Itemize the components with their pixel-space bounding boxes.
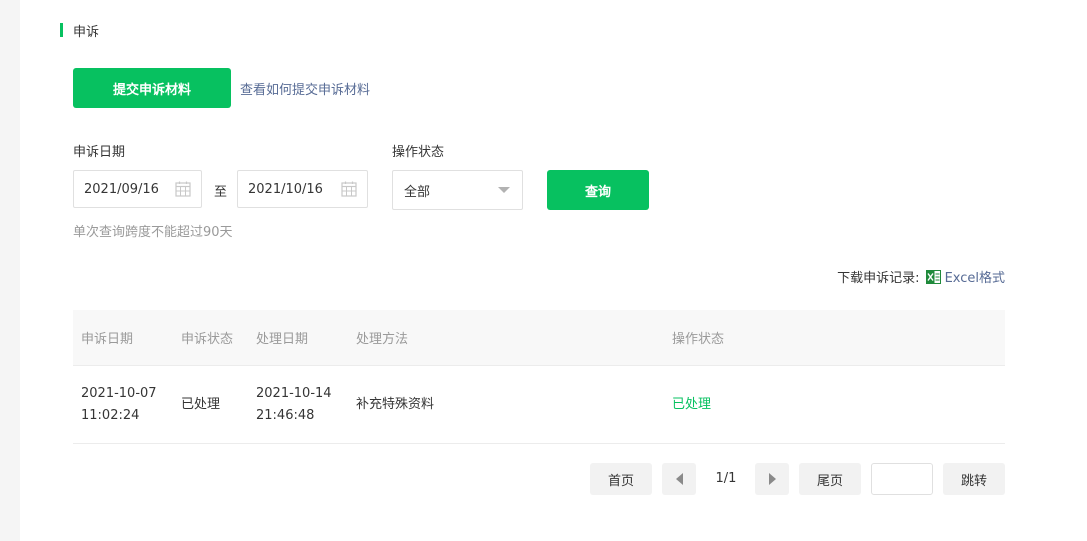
end-date-picker[interactable]: 2021/10/16 — [237, 170, 368, 208]
first-page-button[interactable]: 首页 — [590, 463, 652, 495]
page-indicator: 1/1 — [715, 471, 737, 486]
date-separator: 至 — [214, 185, 228, 200]
page-jump-input[interactable] — [871, 463, 933, 495]
excel-icon[interactable] — [925, 269, 941, 284]
calendar-icon — [175, 181, 191, 197]
jump-button[interactable]: 跳转 — [943, 463, 1005, 495]
last-page-button[interactable]: 尾页 — [799, 463, 861, 495]
cell-appeal-date: 2021-10-07 11:02:24 — [81, 385, 157, 423]
main-panel: 申诉 提交申诉材料 查看如何提交申诉材料 申诉日期 操作状态 2021/09/1… — [20, 0, 1087, 541]
op-status-label: 操作状态 — [392, 145, 445, 160]
caret-left-icon — [675, 473, 683, 485]
appeal-records-table: 申诉日期 申诉状态 处理日期 处理方法 操作状态 2021-10-07 11:0… — [73, 310, 1005, 444]
cell-op-status: 已处理 — [672, 396, 712, 412]
excel-download-link[interactable]: Excel格式 — [945, 267, 1005, 286]
query-range-hint: 单次查询跨度不能超过90天 — [73, 225, 233, 240]
column-header: 申诉状态 — [181, 332, 234, 347]
next-page-button[interactable] — [755, 463, 789, 495]
cell-process-date: 2021-10-14 21:46:48 — [256, 385, 332, 423]
op-status-selected-value: 全部 — [404, 184, 431, 200]
query-button[interactable]: 查询 — [547, 170, 649, 210]
column-header: 操作状态 — [672, 332, 725, 347]
end-date-value: 2021/10/16 — [248, 181, 323, 197]
section-header: 申诉 — [60, 22, 100, 40]
calendar-icon — [341, 181, 357, 197]
cell-appeal-status: 已处理 — [181, 396, 221, 412]
caret-right-icon — [768, 473, 776, 485]
start-date-picker[interactable]: 2021/09/16 — [73, 170, 202, 208]
column-header: 申诉日期 — [81, 332, 134, 347]
column-header: 处理方法 — [356, 332, 409, 347]
section-title: 申诉 — [73, 24, 100, 40]
table-header: 申诉日期 申诉状态 处理日期 处理方法 操作状态 — [73, 310, 1005, 366]
column-header: 处理日期 — [256, 332, 309, 347]
prev-page-button[interactable] — [662, 463, 696, 495]
how-to-submit-link[interactable]: 查看如何提交申诉材料 — [240, 79, 370, 98]
submit-appeal-button[interactable]: 提交申诉材料 — [73, 68, 231, 108]
cell-method: 补充特殊资料 — [356, 396, 435, 412]
chevron-down-icon — [498, 187, 510, 193]
op-status-select[interactable]: 全部 — [392, 170, 523, 210]
download-records: 下载申诉记录: Excel格式 — [837, 267, 1005, 286]
download-label: 下载申诉记录: — [837, 271, 920, 286]
table-row: 2021-10-07 11:02:24 已处理 2021-10-14 21:46… — [73, 366, 1005, 444]
start-date-value: 2021/09/16 — [84, 181, 159, 197]
appeal-date-label: 申诉日期 — [73, 145, 126, 160]
section-accent-bar — [60, 23, 63, 37]
